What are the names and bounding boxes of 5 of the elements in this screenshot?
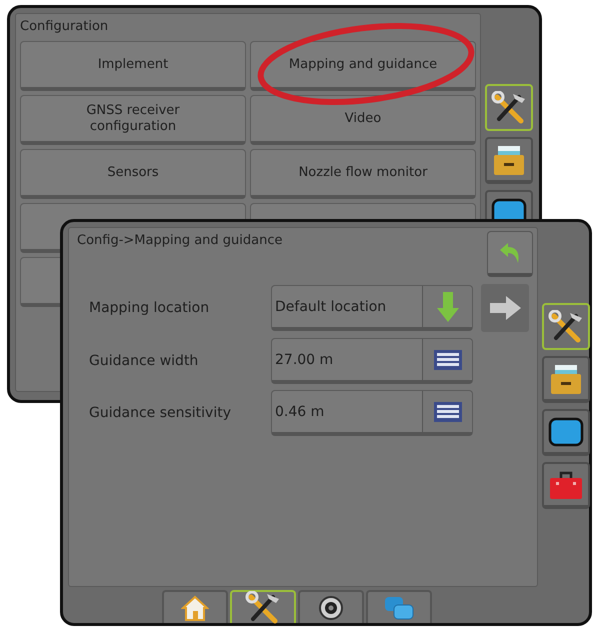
setting-label: Guidance width	[88, 353, 200, 369]
setting-label: Guidance sensitivity	[88, 405, 232, 421]
setting-label: Mapping location	[88, 300, 210, 316]
window-title: Configuration	[20, 18, 110, 36]
window-title: Config->Mapping and guidance	[77, 232, 283, 250]
